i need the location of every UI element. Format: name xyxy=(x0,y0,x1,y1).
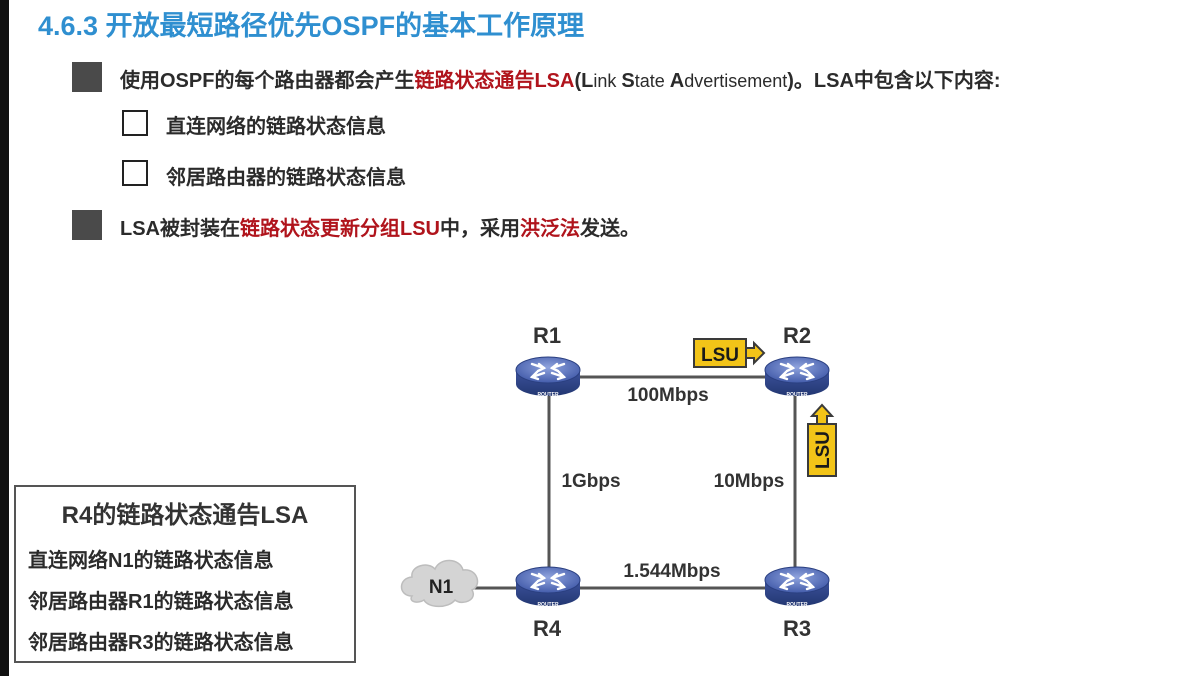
lsu-label: LSU xyxy=(813,431,834,469)
arrow-right-icon xyxy=(745,340,766,366)
arrow-up-icon xyxy=(809,403,835,425)
router-r1-label: R1 xyxy=(533,323,561,348)
link-r4-r3-label: 1.544Mbps xyxy=(623,561,720,582)
r4-lsa-panel: R4的链路状态通告LSA 直连网络N1的链路状态信息 邻居路由器R1的链路状态信… xyxy=(14,485,356,663)
router-r3-label: R3 xyxy=(783,616,811,641)
router-caption: ROUTER xyxy=(537,392,559,398)
router-caption: ROUTER xyxy=(786,392,808,398)
lsu-label: LSU xyxy=(701,345,739,366)
lsa-item-neighbor-r1: 邻居路由器R1的链路状态信息 xyxy=(28,591,294,613)
router-r4-icon: ROUTER xyxy=(514,565,582,608)
router-r2-label: R2 xyxy=(783,323,811,348)
router-r2-icon: ROUTER xyxy=(763,355,831,398)
network-n1-label: N1 xyxy=(429,577,454,598)
lsa-item-direct-n1: 直连网络N1的链路状态信息 xyxy=(28,550,274,572)
router-r3-icon: ROUTER xyxy=(763,565,831,608)
link-r1-r2-label: 100Mbps xyxy=(627,385,708,406)
lsa-item-neighbor-r3: 邻居路由器R3的链路状态信息 xyxy=(28,632,294,654)
r4-lsa-title: R4的链路状态通告LSA xyxy=(61,502,309,529)
link-r2-r3-label: 10Mbps xyxy=(714,471,785,492)
lsu-packet-vertical: LSU xyxy=(807,403,837,477)
router-r1-icon: ROUTER xyxy=(514,355,582,398)
lsu-packet-horizontal: LSU xyxy=(693,338,766,368)
router-caption: ROUTER xyxy=(786,602,808,608)
router-r4-label: R4 xyxy=(533,616,562,641)
router-caption: ROUTER xyxy=(537,602,559,608)
link-r1-r4-label: 1Gbps xyxy=(561,471,620,492)
